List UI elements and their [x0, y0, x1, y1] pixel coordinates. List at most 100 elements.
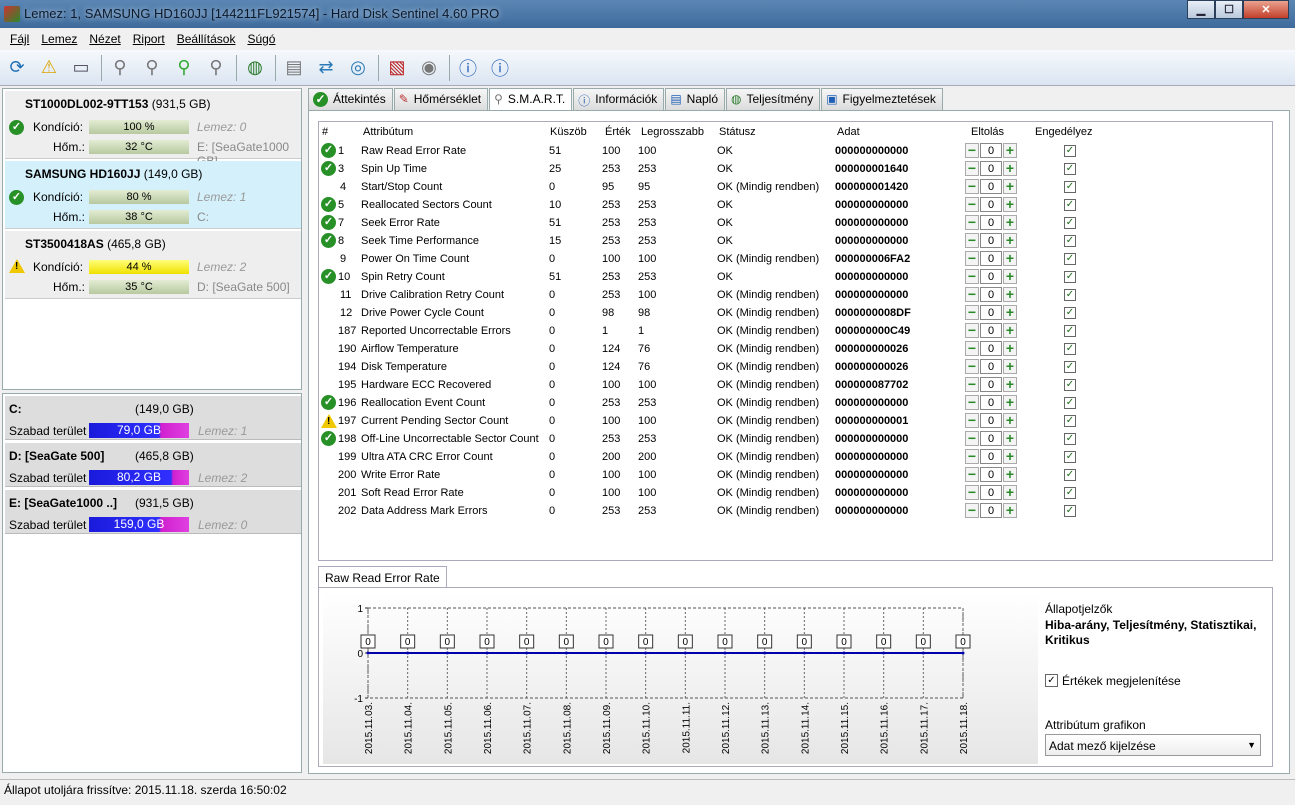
plus-icon[interactable]: + — [1003, 269, 1017, 284]
info-icon[interactable]: ⓘ — [485, 53, 515, 83]
plus-icon[interactable]: + — [1003, 485, 1017, 500]
plus-icon[interactable]: + — [1003, 431, 1017, 446]
report-icon[interactable]: ▤ — [279, 53, 309, 83]
minus-icon[interactable]: − — [965, 395, 979, 410]
enable-checkbox[interactable]: ✓ — [1064, 289, 1076, 301]
enable-checkbox[interactable]: ✓ — [1064, 343, 1076, 355]
minus-icon[interactable]: − — [965, 485, 979, 500]
smart-row[interactable]: ✓ 196 Reallocation Event Count 0 253 253 OK (M… — [319, 394, 1119, 412]
enable-checkbox[interactable]: ✓ — [1064, 181, 1076, 193]
smart-row[interactable]: 202 Data Address Mark Errors 0 253 253 OK (Mi… — [319, 502, 1119, 520]
disk-icon[interactable]: ▭ — [66, 53, 96, 83]
col-status[interactable]: Státusz — [719, 126, 756, 138]
menu-disk[interactable]: Lemez — [41, 32, 77, 46]
volume-item-0[interactable]: C: (149,0 GB) Szabad terület 79,0 GB Lem… — [5, 396, 301, 440]
tab-temperature[interactable]: ✎ Hőmérséklet — [393, 88, 489, 110]
test-tool-icon[interactable]: ⚲ — [201, 53, 231, 83]
plus-icon[interactable]: + — [1003, 179, 1017, 194]
plus-icon[interactable]: + — [1003, 233, 1017, 248]
plus-icon[interactable]: + — [1003, 287, 1017, 302]
tab-information[interactable]: ⓘ Információk — [573, 88, 665, 110]
menu-help[interactable]: Súgó — [247, 32, 275, 46]
minus-icon[interactable]: − — [965, 179, 979, 194]
smart-row[interactable]: ✓ 3 Spin Up Time 25 253 253 OK 000000001640−0 + ✓ — [319, 160, 1119, 178]
offset-value[interactable]: 0 — [980, 431, 1002, 446]
refresh-icon[interactable]: ⟳ — [2, 53, 32, 83]
col-offset[interactable]: Eltolás — [971, 126, 1004, 138]
minus-icon[interactable]: − — [965, 467, 979, 482]
plus-icon[interactable]: + — [1003, 143, 1017, 158]
minus-icon[interactable]: − — [965, 215, 979, 230]
minus-icon[interactable]: − — [965, 251, 979, 266]
minus-icon[interactable]: − — [965, 449, 979, 464]
alert-icon[interactable]: ⚠ — [34, 53, 64, 83]
smart-row[interactable]: ✓ 7 Seek Error Rate 51 253 253 OK 000000000000−… — [319, 214, 1119, 232]
disk-item-0[interactable]: ST1000DL002-9TT153 (931,5 GB) ✓ Kondíció:… — [5, 91, 301, 168]
smart-row[interactable]: 195 Hardware ECC Recovered 0 100 100 OK (Mind… — [319, 376, 1119, 394]
menu-view[interactable]: Nézet — [89, 32, 120, 46]
offset-value[interactable]: 0 — [980, 467, 1002, 482]
tab-smart[interactable]: ⚲ S.M.A.R.T. — [489, 88, 573, 111]
help-icon[interactable]: ⓘ — [453, 53, 483, 83]
offset-value[interactable]: 0 — [980, 287, 1002, 302]
menu-settings[interactable]: Beállítások — [177, 32, 236, 46]
enable-checkbox[interactable]: ✓ — [1064, 397, 1076, 409]
offset-value[interactable]: 0 — [980, 485, 1002, 500]
smart-row[interactable]: ✓ 198 Off-Line Uncorrectable Sector Count 0… — [319, 430, 1119, 448]
menu-file[interactable]: Fájl — [10, 32, 29, 46]
minus-icon[interactable]: − — [965, 377, 979, 392]
test-ok-icon[interactable]: ⚲ — [169, 53, 199, 83]
plus-icon[interactable]: + — [1003, 413, 1017, 428]
globe-icon[interactable]: ◍ — [240, 53, 270, 83]
plus-icon[interactable]: + — [1003, 377, 1017, 392]
smart-row[interactable]: 190 Airflow Temperature 0 124 76 OK (Mindig r… — [319, 340, 1119, 358]
plus-icon[interactable]: + — [1003, 467, 1017, 482]
minus-icon[interactable]: − — [965, 359, 979, 374]
smart-row[interactable]: 11 Drive Calibration Retry Count 0 253 100 OK… — [319, 286, 1119, 304]
plus-icon[interactable]: + — [1003, 305, 1017, 320]
attribute-graph-select[interactable]: Adat mező kijelzése ▼ — [1045, 734, 1261, 756]
enable-checkbox[interactable]: ✓ — [1064, 325, 1076, 337]
offset-value[interactable]: 0 — [980, 161, 1002, 176]
smart-row[interactable]: 12 Drive Power Cycle Count 0 98 98 OK (Mindig… — [319, 304, 1119, 322]
offset-value[interactable]: 0 — [980, 323, 1002, 338]
smart-row[interactable]: 201 Soft Read Error Rate 0 100 100 OK (Mindig… — [319, 484, 1119, 502]
plus-icon[interactable]: + — [1003, 359, 1017, 374]
test-surface-icon[interactable]: ⚲ — [137, 53, 167, 83]
maximize-button[interactable]: ☐ — [1215, 0, 1243, 19]
network-icon[interactable]: ◎ — [343, 53, 373, 83]
minus-icon[interactable]: − — [965, 143, 979, 158]
plus-icon[interactable]: + — [1003, 503, 1017, 518]
enable-checkbox[interactable]: ✓ — [1064, 379, 1076, 391]
smart-row[interactable]: 187 Reported Uncorrectable Errors 0 1 1 OK (M… — [319, 322, 1119, 340]
tab-log[interactable]: ▤ Napló — [665, 88, 726, 110]
enable-checkbox[interactable]: ✓ — [1064, 235, 1076, 247]
col-enable[interactable]: Engedélyez — [1035, 126, 1093, 138]
smart-row[interactable]: ✓ 5 Reallocated Sectors Count 10 253 253 OK 000… — [319, 196, 1119, 214]
smart-row[interactable]: ✓ 10 Spin Retry Count 51 253 253 OK 00000000000… — [319, 268, 1119, 286]
offset-value[interactable]: 0 — [980, 233, 1002, 248]
plus-icon[interactable]: + — [1003, 161, 1017, 176]
enable-checkbox[interactable]: ✓ — [1064, 253, 1076, 265]
graph-tab[interactable]: Raw Read Error Rate — [318, 566, 447, 588]
smart-row[interactable]: 4 Start/Stop Count 0 95 95 OK (Mindig rendben… — [319, 178, 1119, 196]
offset-value[interactable]: 0 — [980, 503, 1002, 518]
smart-row[interactable]: ✓ 8 Seek Time Performance 15 253 253 OK 0000000… — [319, 232, 1119, 250]
plus-icon[interactable]: + — [1003, 341, 1017, 356]
plus-icon[interactable]: + — [1003, 215, 1017, 230]
test-icon[interactable]: ⚲ — [105, 53, 135, 83]
disk-item-1[interactable]: SAMSUNG HD160JJ (149,0 GB) ✓ Kondíció: 80 … — [5, 161, 301, 229]
smart-row[interactable]: 200 Write Error Rate 0 100 100 OK (Mindig ren… — [319, 466, 1119, 484]
close-button[interactable]: ✕ — [1243, 0, 1289, 19]
chart-icon[interactable]: ▧ — [382, 53, 412, 83]
minus-icon[interactable]: − — [965, 323, 979, 338]
col-id[interactable]: # — [322, 126, 328, 138]
enable-checkbox[interactable]: ✓ — [1064, 217, 1076, 229]
smart-row[interactable]: ✓ 1 Raw Read Error Rate 51 100 100 OK 000000000… — [319, 142, 1119, 160]
offset-value[interactable]: 0 — [980, 179, 1002, 194]
offset-value[interactable]: 0 — [980, 197, 1002, 212]
volume-item-2[interactable]: E: [SeaGate1000 ..] (931,5 GB) Szabad te… — [5, 490, 301, 534]
plus-icon[interactable]: + — [1003, 197, 1017, 212]
smart-row[interactable]: 199 Ultra ATA CRC Error Count 0 200 200 OK (M… — [319, 448, 1119, 466]
smart-row[interactable]: 9 Power On Time Count 0 100 100 OK (Mindig re… — [319, 250, 1119, 268]
